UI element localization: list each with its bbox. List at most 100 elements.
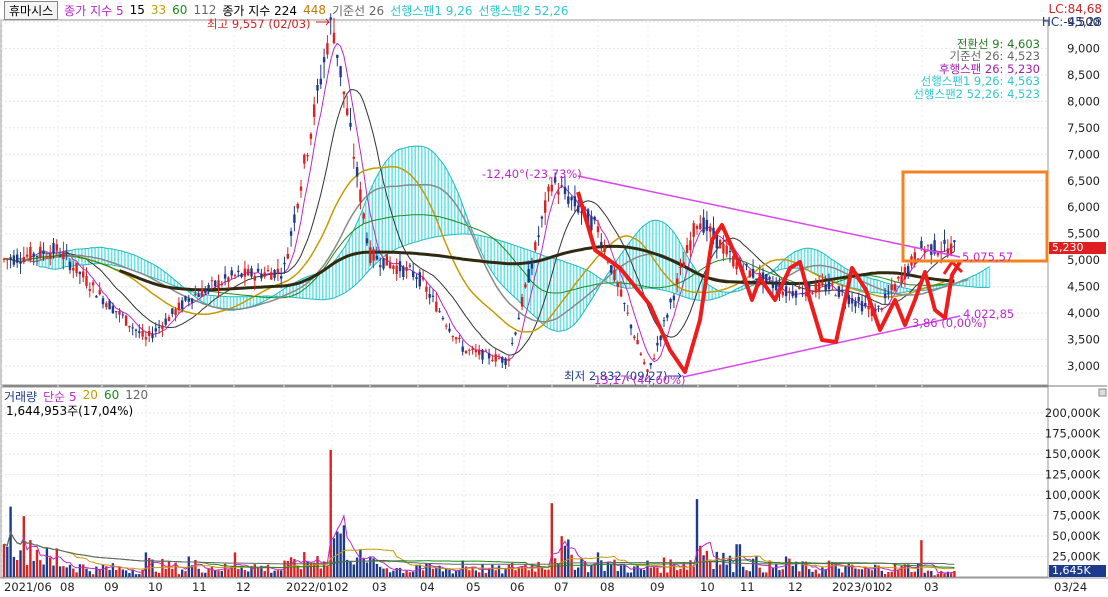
date-tick-label: 03	[924, 580, 939, 594]
candle-body	[623, 302, 626, 304]
candle-body	[82, 271, 85, 278]
candle-body	[115, 311, 118, 313]
trend-bottom-label: 13,17°(44,60%)	[594, 373, 686, 387]
candle-body	[491, 359, 494, 362]
legend-span2[interactable]: 선행스팬2 52,26	[479, 2, 569, 19]
candle-body	[167, 317, 171, 322]
volume-bar	[405, 570, 408, 577]
volume-bar	[55, 548, 58, 577]
volume-bar	[639, 568, 643, 577]
volume-bar	[2, 544, 6, 577]
candle-body	[339, 66, 342, 78]
candle-body	[732, 255, 735, 267]
candle-body	[867, 307, 870, 310]
candle-body	[108, 300, 111, 310]
volume-bar	[709, 560, 712, 577]
candle-body	[530, 263, 534, 269]
volume-bar	[817, 573, 821, 577]
candle-body	[319, 78, 322, 85]
candle-body	[593, 216, 596, 221]
volume-bar	[303, 552, 306, 577]
candle-body	[375, 255, 379, 260]
candle-body	[784, 286, 788, 297]
candle-body	[42, 250, 45, 254]
legend-ma15[interactable]: 15	[130, 3, 145, 17]
span2-value: 선행스팬2 52,26: 4,523	[913, 86, 1040, 101]
kijun-value: 기준선 26: 4,523	[949, 49, 1040, 64]
volume-bar	[887, 572, 890, 577]
candle-body	[408, 265, 412, 267]
candle-body	[834, 295, 837, 297]
candle-body	[841, 289, 844, 292]
candle-body	[2, 258, 6, 260]
candle-body	[666, 314, 669, 318]
volume-bar	[527, 570, 530, 577]
volume-bar	[115, 569, 118, 577]
legend-span1[interactable]: 선행스팬1 9,26	[390, 2, 472, 19]
candle-body	[718, 239, 722, 249]
candle-body	[6, 259, 9, 261]
volume-bar	[128, 573, 131, 577]
candle-body	[501, 357, 504, 363]
candle-body	[728, 250, 732, 253]
volume-bar	[636, 565, 639, 577]
candle-body	[68, 261, 72, 271]
legend-ma448[interactable]: 448	[303, 3, 326, 17]
candle-body	[953, 240, 956, 243]
volume-bar	[507, 564, 511, 577]
volume-bar	[273, 570, 276, 577]
volume-bar	[553, 558, 557, 577]
volume-bar	[725, 564, 728, 577]
candle-body	[303, 154, 306, 164]
legend-ma60[interactable]: 60	[172, 3, 187, 17]
volume-bar	[22, 516, 25, 577]
date-tick-label: 10	[148, 580, 163, 594]
candle-body	[118, 311, 121, 315]
volume-bar	[949, 573, 953, 577]
candle-body	[435, 301, 438, 312]
volume-panel-close-icon[interactable]	[1098, 388, 1107, 397]
candle-body	[326, 43, 329, 55]
candle-body	[289, 231, 293, 236]
volume-bar	[181, 569, 184, 577]
volume-bar	[676, 570, 679, 577]
candle-body	[596, 226, 600, 233]
volume-bar	[217, 570, 220, 577]
candle-body	[702, 217, 705, 233]
volume-bar	[603, 570, 606, 577]
date-tick-label: 04	[420, 580, 435, 594]
candle-body	[164, 318, 167, 325]
volume-bar	[745, 570, 748, 577]
legend-ma33[interactable]: 33	[151, 3, 166, 17]
volume-bar	[138, 574, 141, 577]
legend-ma5[interactable]: 종가 지수 5	[64, 2, 123, 19]
volume-tick-label: 150,000K	[1045, 447, 1101, 461]
volume-bar	[435, 568, 438, 577]
volume-bar	[408, 572, 412, 577]
ichimoku-values: 전환선 9: 4,603 기준선 26: 4,523 후행스팬 26: 5,23…	[913, 38, 1040, 100]
volume-bar	[421, 570, 425, 577]
candle-body	[385, 254, 388, 266]
candle-body	[91, 282, 95, 286]
volume-bar	[593, 563, 596, 577]
volume-bar	[441, 571, 445, 577]
candle-body	[857, 296, 860, 302]
candle-body	[880, 308, 883, 310]
candle-body	[887, 293, 890, 295]
volume-bar	[933, 575, 936, 577]
candle-body	[121, 314, 124, 316]
candle-body	[184, 296, 187, 301]
candle-body	[230, 270, 233, 276]
date-tick-label: 11	[192, 580, 207, 594]
volume-bar	[831, 561, 834, 577]
volume-bar	[349, 560, 352, 577]
volume-bar	[227, 569, 230, 577]
candle-body	[237, 270, 240, 272]
stock-name-button[interactable]: 휴마시스	[4, 0, 59, 20]
volume-tick-label: 200,000K	[1045, 406, 1101, 420]
legend-base[interactable]: 기준선 26	[332, 2, 384, 19]
price-axis: 3,000 3,500 4,000 4,500 5,000 5,500 6,000 6,500…	[1067, 15, 1100, 373]
legend-ma112[interactable]: 112	[193, 3, 216, 17]
volume-tick-label: 125,000K	[1045, 468, 1101, 482]
candle-body	[745, 263, 748, 266]
